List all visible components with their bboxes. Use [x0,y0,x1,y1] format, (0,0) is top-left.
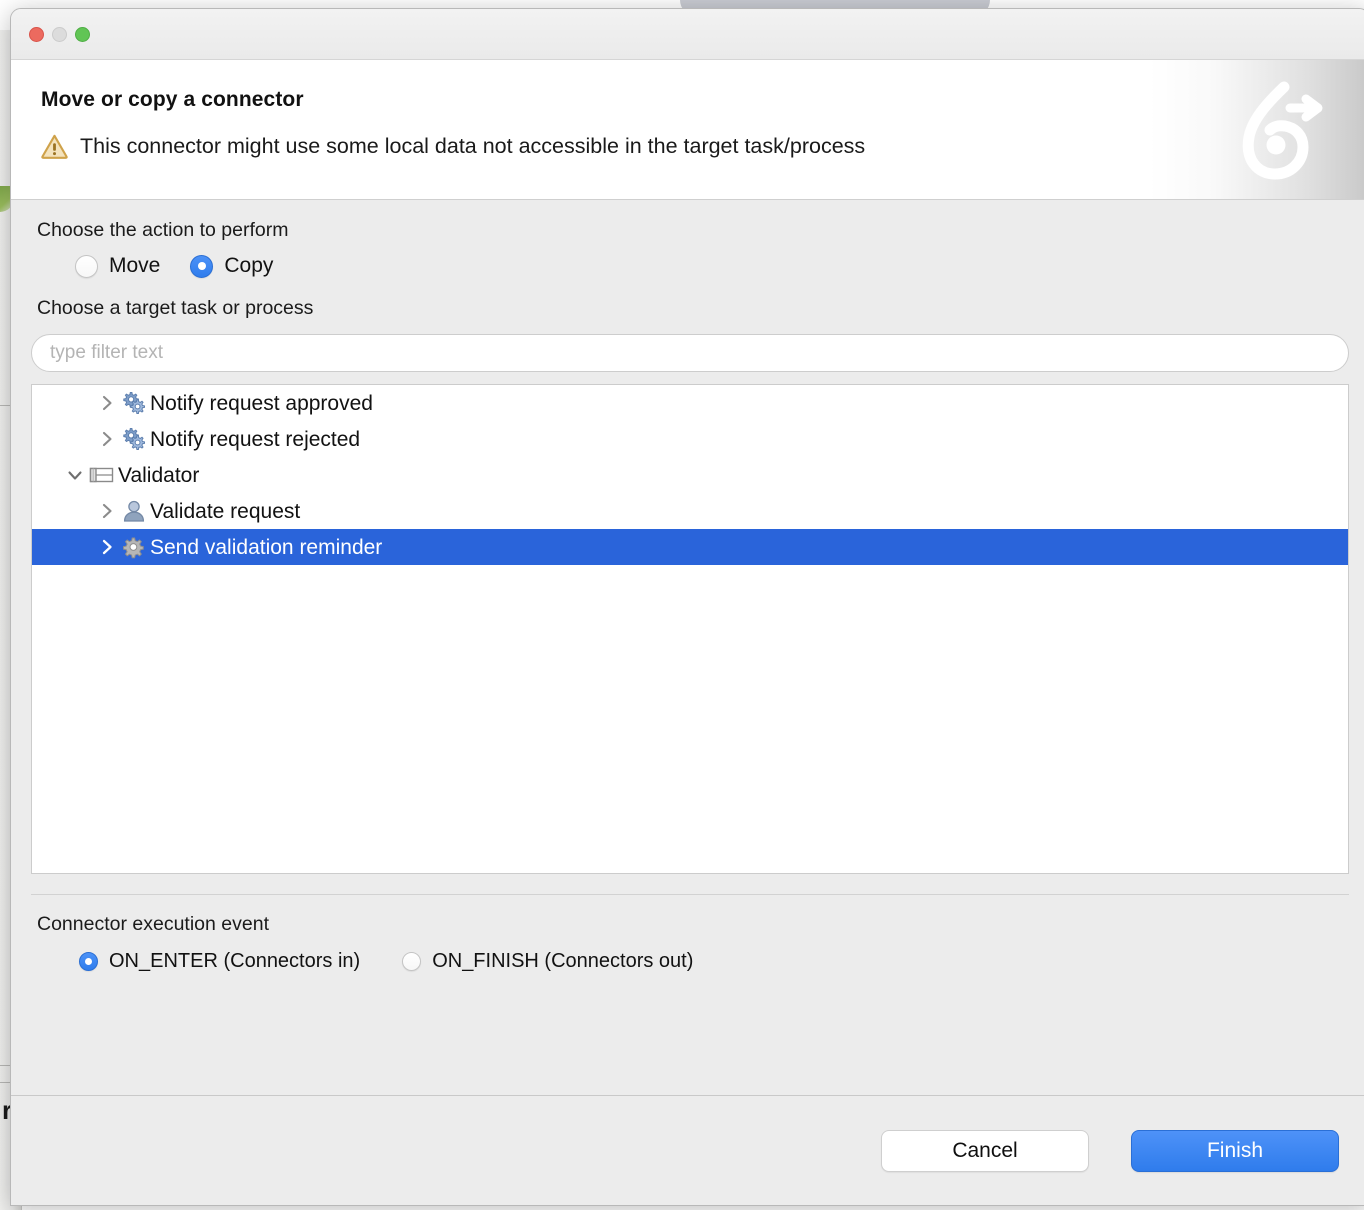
human-task-icon [120,498,148,524]
cancel-button[interactable]: Cancel [881,1129,1089,1172]
target-section-label: Choose a target task or process [37,297,314,319]
tree-row-label: Validate request [150,499,301,523]
tree-row-label: Send validation reminder [150,535,383,559]
tree-row-label: Validator [118,463,200,487]
target-tree[interactable]: Notify request approved Notify request r… [31,384,1349,874]
lane-icon [88,462,116,488]
radio-on-enter[interactable]: ON_ENTER (Connectors in) [79,950,360,973]
chevron-right-icon[interactable] [94,493,120,529]
chevron-right-icon[interactable] [94,529,120,565]
tree-row[interactable]: Notify request rejected [32,421,1348,457]
maximize-window-icon[interactable] [75,26,90,42]
action-radio-group: Move Copy [31,242,1349,278]
filter-input[interactable] [31,334,1349,372]
dialog-header-banner: Move or copy a connector This connector … [11,60,1364,200]
tree-row[interactable]: Send validation reminder [32,529,1348,565]
action-section-label: Choose the action to perform [37,219,289,241]
radio-move-label: Move [109,254,161,277]
radio-copy[interactable]: Copy [190,254,273,278]
dialog-footer: Cancel Finish [11,1095,1364,1205]
radio-copy-label: Copy [224,254,274,277]
chevron-down-icon[interactable] [62,457,88,493]
tree-row[interactable]: Validator [32,457,1348,493]
finish-button[interactable]: Finish [1131,1129,1339,1172]
event-radio-group: ON_ENTER (Connectors in) ON_FINISH (Conn… [31,936,1349,973]
traffic-light-buttons [29,26,90,42]
radio-move-indicator[interactable] [75,254,98,278]
window-titlebar [11,9,1364,60]
chevron-right-icon[interactable] [94,385,120,421]
radio-move[interactable]: Move [75,254,160,278]
minimize-window-icon[interactable] [52,26,67,42]
service-task-gear-icon [120,534,148,560]
radio-on-enter-indicator[interactable] [79,952,98,971]
dialog-warning-message: This connector might use some local data… [80,134,866,158]
warning-triangle-icon [41,134,68,159]
move-or-copy-connector-dialog: Move or copy a connector This connector … [10,8,1364,1206]
service-task-gears-icon [120,390,148,416]
radio-on-finish-label: ON_FINISH (Connectors out) [432,950,694,972]
radio-copy-indicator[interactable] [190,254,214,278]
dialog-body: Choose the action to perform Move Copy C… [11,200,1364,1047]
tree-row[interactable]: Notify request approved [32,385,1348,421]
chevron-right-icon[interactable] [94,421,120,457]
tree-row-label: Notify request rejected [150,427,361,451]
radio-on-finish[interactable]: ON_FINISH (Connectors out) [402,950,693,973]
event-section-label: Connector execution event [37,913,269,935]
radio-on-enter-label: ON_ENTER (Connectors in) [109,950,361,972]
bonita-logo-icon [1149,60,1364,199]
radio-on-finish-indicator[interactable] [402,952,422,971]
close-window-icon[interactable] [29,26,44,42]
tree-row-label: Notify request approved [150,391,373,415]
tree-row[interactable]: Validate request [32,493,1348,529]
service-task-gears-icon [120,426,148,452]
filter-field-wrapper [31,320,1349,372]
